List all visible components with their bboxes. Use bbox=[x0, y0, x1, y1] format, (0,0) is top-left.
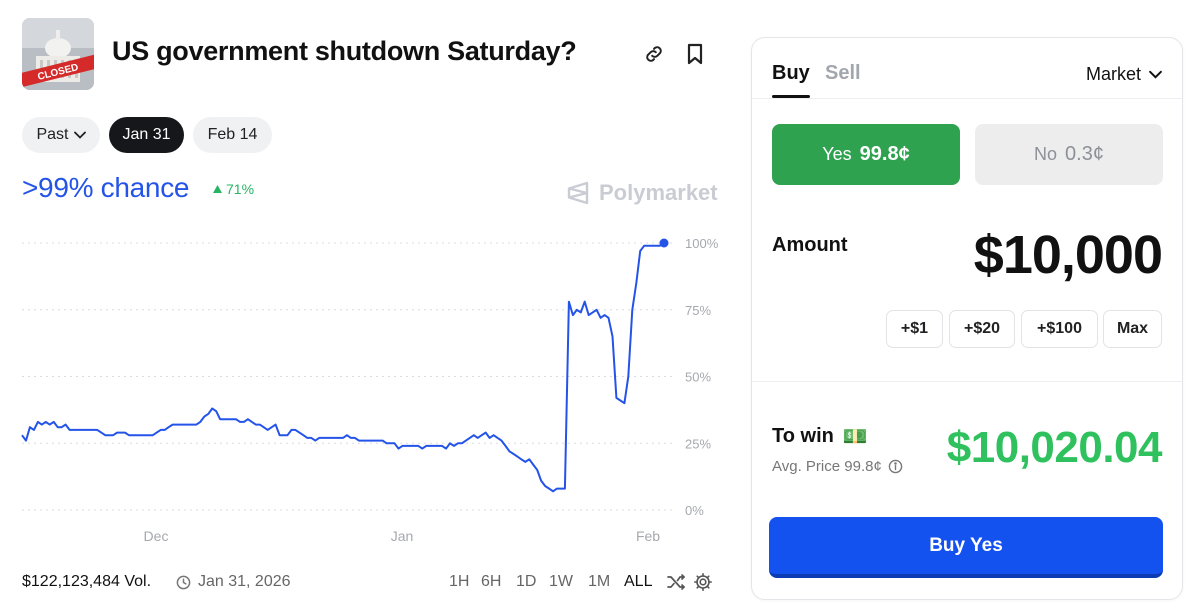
range-1h[interactable]: 1H bbox=[449, 573, 469, 591]
amount-divider bbox=[752, 381, 1182, 382]
order-type-dropdown[interactable]: Market bbox=[1086, 64, 1162, 85]
add-1-button[interactable]: +$1 bbox=[886, 310, 943, 348]
date-pill-feb-14[interactable]: Feb 14 bbox=[193, 117, 272, 153]
gear-icon bbox=[694, 573, 712, 591]
trade-panel: Buy Sell Market Yes 99.8¢ No 0.3¢ Amount… bbox=[751, 37, 1183, 600]
no-label: No bbox=[1034, 144, 1058, 164]
tab-buy[interactable]: Buy bbox=[772, 62, 810, 85]
no-outcome-button[interactable]: No 0.3¢ bbox=[975, 124, 1163, 185]
range-6h[interactable]: 6H bbox=[481, 573, 501, 591]
amount-input[interactable]: $10,000 bbox=[974, 224, 1163, 286]
shuffle-icon bbox=[667, 574, 685, 590]
x-tick-label: Feb bbox=[636, 528, 660, 544]
to-win-label: To win 💵 bbox=[772, 424, 868, 449]
copy-link-button[interactable] bbox=[640, 40, 668, 68]
tabs-divider bbox=[752, 98, 1182, 99]
order-type-label: Market bbox=[1085, 64, 1141, 84]
polymarket-watermark: Polymarket bbox=[565, 180, 718, 206]
chevron-down-icon bbox=[73, 131, 86, 139]
y-tick-label: 0% bbox=[685, 503, 704, 518]
amount-label: Amount bbox=[772, 234, 848, 256]
y-tick-label: 50% bbox=[685, 370, 711, 385]
bookmark-button[interactable] bbox=[681, 40, 709, 68]
range-1m[interactable]: 1M bbox=[588, 573, 610, 591]
to-win-value: $10,020.04 bbox=[946, 423, 1163, 472]
yes-outcome-button[interactable]: Yes 99.8¢ bbox=[772, 124, 960, 185]
x-tick-label: Dec bbox=[144, 528, 169, 544]
x-tick-label: Jan bbox=[391, 528, 414, 544]
market-thumbnail: CLOSED bbox=[22, 18, 94, 90]
max-button[interactable]: Max bbox=[1103, 310, 1162, 348]
watermark-text: Polymarket bbox=[599, 180, 718, 205]
chart-settings-button[interactable] bbox=[693, 572, 713, 592]
end-date-text: Jan 31, 2026 bbox=[198, 573, 291, 590]
chevron-down-icon bbox=[1149, 70, 1162, 79]
range-1d[interactable]: 1D bbox=[516, 573, 536, 591]
market-end-date: Jan 31, 2026 bbox=[176, 573, 291, 591]
buy-yes-button[interactable]: Buy Yes bbox=[769, 517, 1163, 578]
price-chart: 100% 75% 50% 25% 0% Dec Jan Feb bbox=[21, 236, 719, 544]
avg-price: Avg. Price 99.8¢ bbox=[772, 458, 903, 475]
date-pill-past[interactable]: Past bbox=[22, 117, 100, 153]
add-100-button[interactable]: +$100 bbox=[1021, 310, 1098, 348]
market-title: US government shutdown Saturday? bbox=[112, 36, 577, 66]
chart-series-end-dot bbox=[659, 238, 669, 248]
yes-price: 99.8¢ bbox=[859, 143, 910, 165]
triangle-up-icon bbox=[213, 185, 222, 193]
chart-series-line bbox=[21, 242, 665, 493]
clock-icon bbox=[176, 575, 191, 589]
y-tick-label: 75% bbox=[685, 303, 711, 318]
avg-price-text: Avg. Price 99.8¢ bbox=[772, 458, 882, 475]
link-icon bbox=[646, 46, 662, 62]
y-tick-label: 100% bbox=[685, 236, 719, 251]
capitol-image: CLOSED bbox=[22, 18, 94, 90]
to-win-text: To win bbox=[772, 425, 834, 447]
add-20-button[interactable]: +$20 bbox=[949, 310, 1015, 348]
money-emoji-icon: 💵 bbox=[842, 426, 868, 448]
market-volume: $122,123,484 Vol. bbox=[22, 573, 152, 590]
yes-label: Yes bbox=[822, 144, 852, 164]
range-1w[interactable]: 1W bbox=[549, 573, 573, 591]
date-pill-label: Jan 31 bbox=[122, 126, 171, 143]
bookmark-icon bbox=[687, 43, 703, 65]
range-all[interactable]: ALL bbox=[624, 573, 652, 591]
delta-value: 71% bbox=[226, 181, 255, 197]
y-tick-label: 25% bbox=[685, 436, 711, 451]
date-pill-label: Feb 14 bbox=[207, 126, 258, 143]
tab-sell[interactable]: Sell bbox=[825, 62, 861, 85]
shuffle-button[interactable] bbox=[666, 572, 686, 592]
polymarket-logo-icon bbox=[567, 181, 589, 205]
date-pill-jan-31[interactable]: Jan 31 bbox=[109, 117, 184, 153]
date-pill-label: Past bbox=[36, 126, 69, 143]
chance-delta: 71% bbox=[213, 181, 254, 197]
chance-text: >99% chance bbox=[22, 172, 190, 203]
no-price: 0.3¢ bbox=[1065, 143, 1104, 165]
info-icon[interactable] bbox=[888, 459, 903, 474]
